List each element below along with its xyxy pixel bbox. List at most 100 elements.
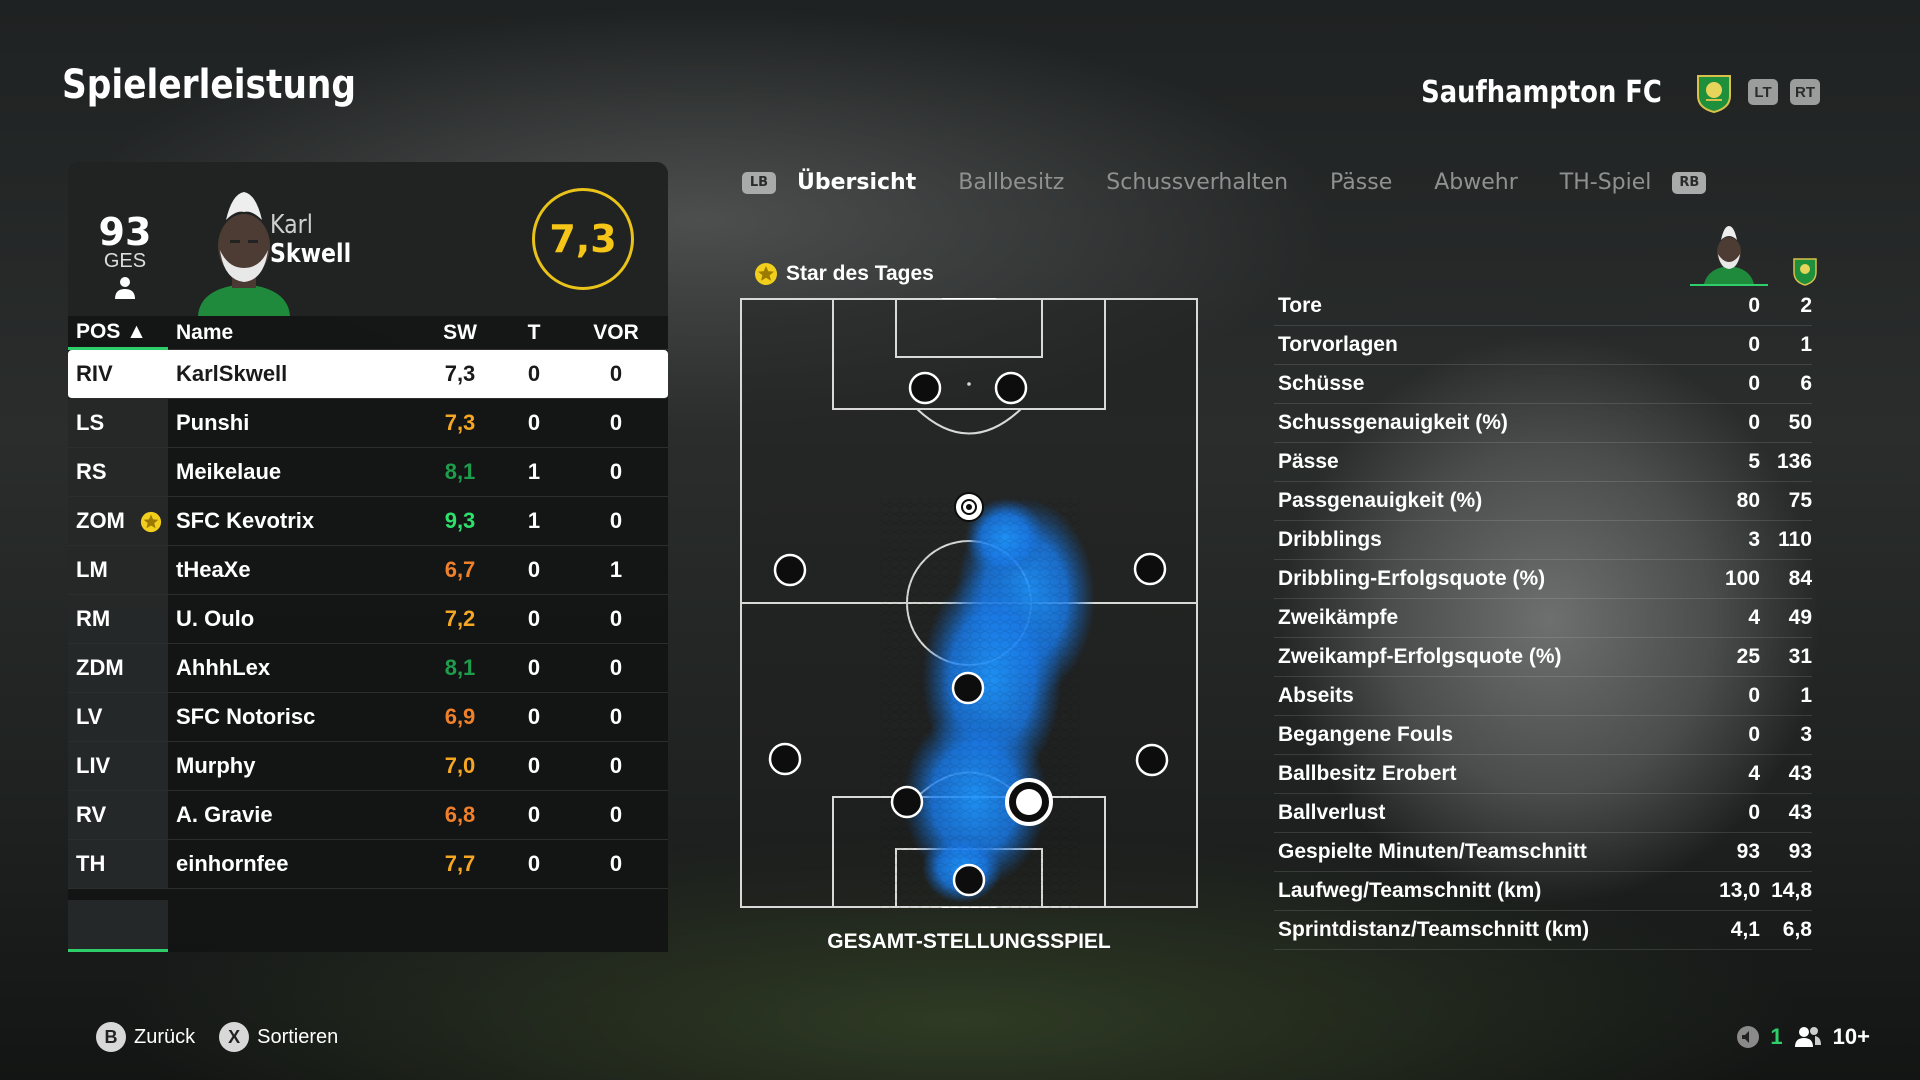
back-hint[interactable]: B Zurück	[96, 1022, 195, 1052]
lt-button[interactable]: LT	[1748, 79, 1778, 105]
stat-row: Torvorlagen 0 1	[1274, 326, 1812, 365]
stat-label: Passgenauigkeit (%)	[1278, 489, 1483, 512]
sort-hint[interactable]: X Sortieren	[219, 1022, 338, 1052]
rt-button[interactable]: RT	[1790, 79, 1820, 105]
tab-abwehr[interactable]: Abwehr	[1413, 170, 1539, 195]
stat-player-value: 3	[1748, 528, 1760, 551]
table-row[interactable]: RM U. Oulo 7,2 0 0	[68, 595, 668, 644]
stat-team-value: 1	[1800, 333, 1812, 356]
row-assists: 0	[566, 851, 666, 877]
rb-button[interactable]: RB	[1672, 171, 1707, 194]
stat-player-value: 4	[1748, 606, 1760, 629]
stat-player-value: 0	[1748, 372, 1760, 395]
row-player-name: Murphy	[168, 753, 418, 779]
row-rating-text: 7,3	[444, 361, 476, 386]
row-rating-text: 7,2	[444, 606, 476, 631]
row-goals: 0	[502, 851, 566, 877]
stat-team-value: 93	[1788, 840, 1812, 863]
table-row[interactable]: LS Punshi 7,3 0 0	[68, 399, 668, 448]
stat-row: Tore 0 2	[1274, 287, 1812, 326]
team-header: Saufhampton FC LT RT	[1382, 70, 1820, 114]
table-row[interactable]: LIV Murphy 7,0 0 0	[68, 742, 668, 791]
table-row[interactable]: RIV KarlSkwell 7,3 0 0	[68, 350, 668, 399]
stat-label: Torvorlagen	[1278, 333, 1398, 356]
stat-label: Pässe	[1278, 450, 1339, 473]
row-player-name-text: einhornfee	[176, 851, 289, 876]
row-assists-text: 0	[609, 410, 623, 435]
row-player-name: Punshi	[168, 410, 418, 436]
row-goals: 1	[502, 508, 566, 534]
table-header: POS ▲ Name SW T VOR	[68, 316, 668, 350]
column-vor[interactable]: VOR	[566, 321, 666, 345]
table-row[interactable]: ZDM AhhhLex 8,1 0 0	[68, 644, 668, 693]
tab-schussverhalten[interactable]: Schussverhalten	[1085, 170, 1309, 195]
stat-team-value: 3	[1800, 723, 1812, 746]
table-row[interactable]: ZOM SFC Kevotrix 9,3 1 0	[68, 497, 668, 546]
row-player-name-text: KarlSkwell	[176, 361, 288, 386]
stats-tabs: LB Übersicht Ballbesitz Schussverhalten …	[742, 170, 1707, 195]
column-pos[interactable]: POS ▲	[68, 316, 168, 350]
row-goals-text: 0	[527, 361, 541, 386]
stat-row: Passgenauigkeit (%) 80 75	[1274, 482, 1812, 521]
row-position: RS	[68, 448, 168, 496]
table-row[interactable]: LV SFC Notorisc 6,9 0 0	[68, 693, 668, 742]
row-assists-text: 0	[609, 704, 623, 729]
stat-label: Dribblings	[1278, 528, 1382, 551]
stat-row: Schussgenauigkeit (%) 0 50	[1274, 404, 1812, 443]
column-name[interactable]: Name	[168, 321, 418, 345]
column-t[interactable]: T	[502, 321, 566, 345]
stat-team-value: 84	[1788, 567, 1812, 590]
tab-uebersicht[interactable]: Übersicht	[776, 170, 937, 195]
table-row[interactable]: LM tHeaXe 6,7 0 1	[68, 546, 668, 595]
row-goals-text: 1	[527, 508, 541, 533]
row-rating: 7,2	[418, 606, 502, 632]
table-row[interactable]: RS Meikelaue 8,1 1 0	[68, 448, 668, 497]
stat-row: Schüsse 0 6	[1274, 365, 1812, 404]
row-assists-text: 0	[609, 508, 623, 533]
player-rows: RIV KarlSkwell 7,3 0 0 LS Punshi 7,3 0 0 RS Meikela…	[68, 350, 668, 889]
stat-team-value: 1	[1800, 684, 1812, 707]
row-player-name-text: AhhhLex	[176, 655, 271, 680]
row-player-name-text: A. Gravie	[176, 802, 273, 827]
row-position-text: ZDM	[76, 655, 124, 680]
row-assists-text: 0	[609, 802, 623, 827]
row-position: LS	[68, 399, 168, 447]
row-assists: 0	[566, 655, 666, 681]
footer-hints: B Zurück X Sortieren	[96, 1022, 338, 1052]
tab-paesse[interactable]: Pässe	[1309, 170, 1413, 195]
row-rating-text: 7,0	[444, 753, 476, 778]
column-sw[interactable]: SW	[418, 321, 502, 345]
stat-player-value: 4,1	[1730, 918, 1760, 941]
stat-row: Ballbesitz Erobert 4 43	[1274, 755, 1812, 794]
row-rating-text: 8,1	[444, 459, 476, 484]
row-goals: 0	[502, 753, 566, 779]
row-goals-text: 0	[527, 802, 541, 827]
tab-th-spiel[interactable]: TH-Spiel	[1539, 170, 1673, 195]
row-assists: 0	[566, 802, 666, 828]
party-count: 10+	[1832, 1024, 1870, 1049]
row-rating-text: 6,8	[444, 802, 476, 827]
row-rating-text: 6,7	[444, 557, 476, 582]
row-assists: 1	[566, 557, 666, 583]
team-name: Saufhampton FC	[1421, 74, 1662, 110]
row-position: TH	[68, 840, 168, 888]
row-goals-text: 0	[527, 851, 541, 876]
stat-label: Laufweg/Teamschnitt (km)	[1278, 879, 1542, 902]
row-goals: 0	[502, 606, 566, 632]
star-of-day-text: Star des Tages	[786, 262, 934, 285]
row-rating: 7,0	[418, 753, 502, 779]
b-button-icon: B	[96, 1022, 126, 1052]
tab-ballbesitz[interactable]: Ballbesitz	[937, 170, 1085, 195]
lb-button[interactable]: LB	[742, 171, 776, 194]
stat-team-value: 6,8	[1782, 918, 1812, 941]
row-player-name: tHeaXe	[168, 557, 418, 583]
row-rating: 8,1	[418, 459, 502, 485]
stat-row: Dribbling-Erfolgsquote (%) 100 84	[1274, 560, 1812, 599]
table-row[interactable]: TH einhornfee 7,7 0 0	[68, 840, 668, 889]
table-row[interactable]: RV A. Gravie 6,8 0 0	[68, 791, 668, 840]
x-button-icon: X	[219, 1022, 250, 1052]
row-player-name-text: Meikelaue	[176, 459, 282, 484]
row-goals: 0	[502, 361, 566, 387]
stat-team-value: 2	[1800, 294, 1812, 317]
stat-team-value: 75	[1788, 489, 1812, 512]
